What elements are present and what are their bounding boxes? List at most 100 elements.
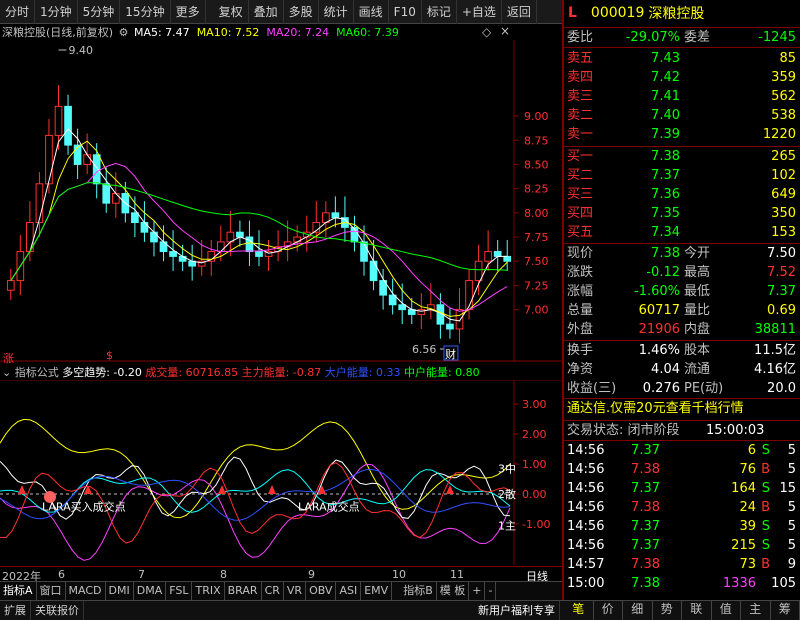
indicator-tab-10[interactable]: OBV <box>306 582 337 600</box>
tick-row: 14:56 7.37 215 S 5 <box>564 537 800 555</box>
indicator-tab-2[interactable]: MACD <box>66 582 106 600</box>
toolbar-item-12[interactable]: +自选 <box>457 0 502 24</box>
stat-row: 涨跌 -0.12 最高 7.52 <box>564 264 800 282</box>
indicator-tab-8[interactable]: CR <box>262 582 284 600</box>
detail-tab-6[interactable]: 主 <box>741 600 771 620</box>
candle[interactable] <box>111 172 120 218</box>
tick-price: 7.38 <box>631 576 660 591</box>
toolbar-item-9[interactable]: 画线 <box>354 0 389 24</box>
indicator-tab-11[interactable]: ASI <box>336 582 362 600</box>
tick-volume: 73 <box>739 557 756 572</box>
sell-row-4: 卖四 7.42 359 <box>564 69 800 87</box>
toolbar-item-13[interactable]: 返回 <box>502 0 537 24</box>
candle[interactable] <box>16 235 25 296</box>
stat-value: 7.50 <box>767 246 796 261</box>
buy-price: 7.36 <box>651 187 680 202</box>
related-quote-button[interactable]: 关联报价 <box>31 601 84 620</box>
indicator-chart[interactable]: 3.00 2.00 1.00 0.00 -1.00 LARA买入成交点 LARA成交点 3中 2… <box>0 380 562 565</box>
candle[interactable] <box>236 220 244 247</box>
weicha-label: 委差 <box>684 30 711 45</box>
indicator-tab-1[interactable]: 窗口 <box>37 582 66 600</box>
candle[interactable] <box>493 239 502 271</box>
candle[interactable] <box>350 215 359 252</box>
sell-price: 7.41 <box>651 89 680 104</box>
toolbar-item-2[interactable]: 5分钟 <box>78 0 121 24</box>
toolbar-item-11[interactable]: 标记 <box>422 0 457 24</box>
toolbar-item-8[interactable]: 统计 <box>319 0 354 24</box>
dollar-mark: $ <box>106 349 113 362</box>
toolbar-item-7[interactable]: 多股 <box>284 0 319 24</box>
indicator-tab-15[interactable]: + <box>469 582 486 600</box>
toolbar-item-4[interactable]: 更多 <box>171 0 206 24</box>
indicator-tab-0[interactable]: 指标A <box>0 582 37 600</box>
toolbar-item-3[interactable]: 15分钟 <box>120 0 171 24</box>
y-tick-label: 7.75 <box>524 231 549 244</box>
detail-tab-7[interactable]: 筹 <box>771 600 800 620</box>
buy-volume: 350 <box>771 206 796 221</box>
indicator-tab-6[interactable]: TRIX <box>192 582 225 600</box>
toolbar-item-1[interactable]: 1分钟 <box>35 0 78 24</box>
candle[interactable] <box>54 85 63 150</box>
detail-tab-5[interactable]: 值 <box>712 600 741 620</box>
detail-tab-2[interactable]: 细 <box>623 600 653 620</box>
tick-volume: 24 <box>739 500 756 515</box>
candle[interactable] <box>465 268 473 320</box>
candle[interactable] <box>321 201 330 238</box>
stat-value: 0.276 <box>642 381 680 396</box>
diamond-icon[interactable]: ◇ <box>482 25 491 39</box>
sell-volume: 85 <box>779 51 796 66</box>
stat-label: 今开 <box>684 246 711 261</box>
stat-value: 11.5亿 <box>754 343 796 358</box>
indicator-tab-16[interactable]: - <box>485 582 497 600</box>
sell-volume: 1220 <box>762 127 796 142</box>
close-icon[interactable]: × <box>500 24 510 38</box>
mid-energy-value: 中户能量: 0.80 <box>403 366 480 379</box>
tick-volume: 39 <box>739 519 756 534</box>
detail-tab-0[interactable]: 笔 <box>564 600 594 620</box>
indicator-tab-9[interactable]: VR <box>284 582 307 600</box>
candle[interactable] <box>150 220 158 257</box>
candle[interactable] <box>140 201 149 242</box>
detail-tab-4[interactable]: 联 <box>682 600 712 620</box>
candle[interactable] <box>331 196 340 228</box>
toolbar-item-5[interactable]: 复权 <box>214 0 249 24</box>
candle[interactable] <box>169 230 177 271</box>
tick-side: S <box>761 519 770 534</box>
candle[interactable] <box>6 268 15 300</box>
indicator-tab-12[interactable]: EMV <box>361 582 393 600</box>
expand-button[interactable]: 扩展 <box>0 601 31 620</box>
indicator-tab-5[interactable]: FSL <box>166 582 193 600</box>
ad-text[interactable]: 通达信.仅需20元查看千档行情 <box>567 400 744 418</box>
gear-icon[interactable]: ⚙ <box>119 26 129 39</box>
toolbar-item-6[interactable]: 叠加 <box>249 0 284 24</box>
toolbar-item-0[interactable]: 分时 <box>0 0 36 24</box>
indicator-tab-3[interactable]: DMI <box>106 582 134 600</box>
sell-label: 卖四 <box>567 70 594 85</box>
promo-link[interactable]: 新用户福利专享 <box>474 601 560 620</box>
candle[interactable] <box>264 239 273 271</box>
detail-tab-3[interactable]: 势 <box>653 600 682 620</box>
sell-volume: 359 <box>771 70 796 85</box>
stock-title: 深粮控股(日线,前复权) <box>2 26 114 39</box>
indicator-tab-13[interactable]: 指标B <box>400 582 437 600</box>
indicator-tab-14[interactable]: 模 板 <box>437 582 470 600</box>
kline-chart[interactable]: 9.00 8.75 8.50 8.25 8.00 7.75 7.50 7.25 7.00 9.40… <box>0 40 562 362</box>
stat-label: 涨幅 <box>567 284 594 299</box>
stat2-row: 换手 1.46% 股本 11.5亿 <box>564 342 800 360</box>
stat-row: 外盘 21906 内盘 38811 <box>564 321 800 339</box>
candle[interactable] <box>64 94 72 155</box>
chevron-down-icon[interactable]: ⌄ <box>2 366 11 379</box>
toolbar-item-10[interactable]: F10 <box>389 0 422 24</box>
indicator-tab-7[interactable]: BRAR <box>225 582 262 600</box>
detail-tab-1[interactable]: 价 <box>594 600 623 620</box>
candle[interactable] <box>503 239 512 271</box>
ma20-value: MA20: 7.24 <box>266 26 330 39</box>
indicator-tab-4[interactable]: DMA <box>134 582 167 600</box>
cai-mark[interactable]: 财 <box>445 347 456 361</box>
tick-time: 14:56 <box>567 481 605 496</box>
ad-banner[interactable]: 通达信.仅需20元查看千档行情 <box>564 400 800 420</box>
candle[interactable] <box>446 307 454 339</box>
candle[interactable] <box>188 244 197 281</box>
candle[interactable] <box>274 230 282 262</box>
candle[interactable] <box>102 167 111 213</box>
